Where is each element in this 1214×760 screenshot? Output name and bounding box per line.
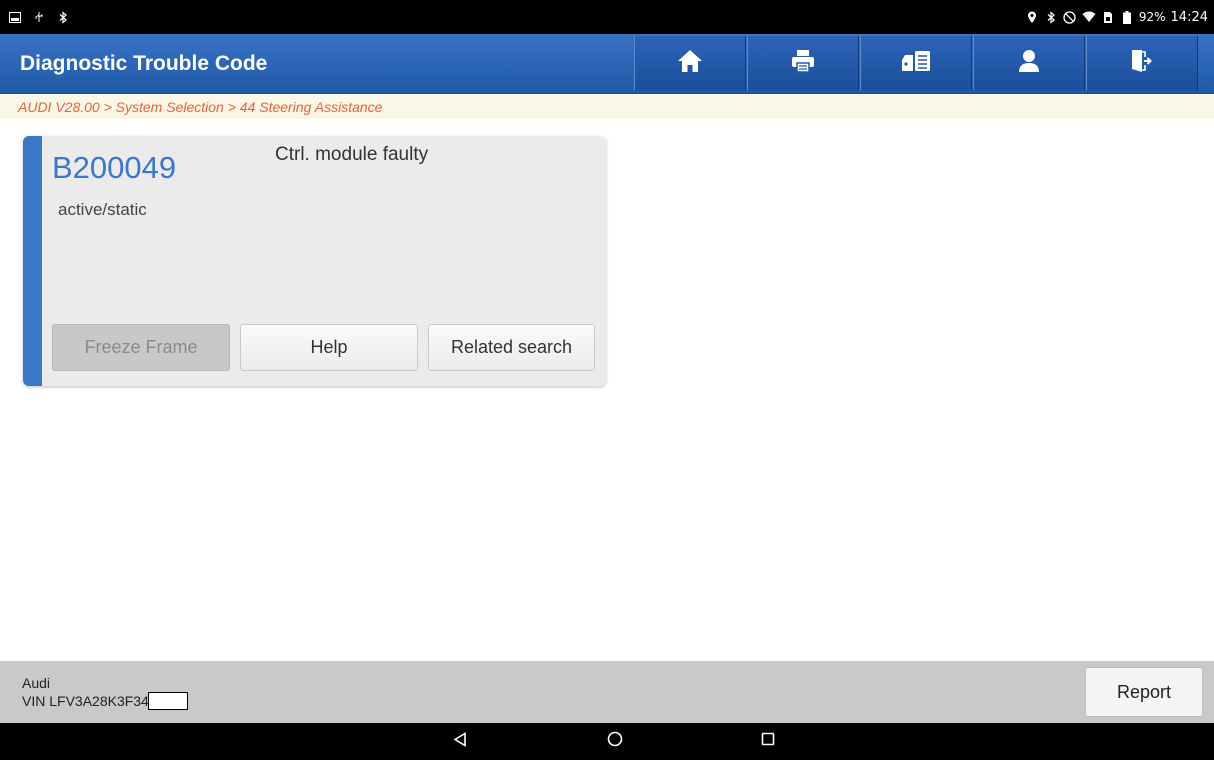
toolbar bbox=[634, 36, 1199, 90]
user-icon bbox=[1018, 49, 1040, 78]
related-search-button[interactable]: Related search bbox=[428, 324, 595, 371]
home-circle-icon bbox=[607, 731, 623, 752]
nav-recents-button[interactable] bbox=[738, 723, 798, 760]
exit-button[interactable] bbox=[1086, 36, 1198, 90]
recents-icon bbox=[761, 732, 775, 751]
status-right-icons: 92% 14:24 bbox=[1025, 0, 1208, 34]
card-accent-bar bbox=[23, 136, 42, 386]
vehicle-report-icon bbox=[900, 49, 932, 78]
image-icon bbox=[8, 10, 22, 24]
vehicle-report-button[interactable] bbox=[860, 36, 972, 90]
help-button[interactable]: Help bbox=[240, 324, 418, 371]
nav-back-button[interactable] bbox=[430, 723, 490, 760]
exit-icon bbox=[1131, 49, 1153, 78]
vin-redaction-box bbox=[147, 692, 188, 710]
status-time: 14:24 bbox=[1170, 9, 1208, 25]
sim-icon bbox=[1101, 10, 1115, 24]
vin-text: VIN LFV3A28K3F34 bbox=[22, 693, 149, 709]
freeze-frame-button[interactable]: Freeze Frame bbox=[52, 324, 230, 371]
dtc-code: B200049 bbox=[52, 150, 177, 185]
battery-icon bbox=[1120, 10, 1134, 24]
usb-icon bbox=[32, 10, 46, 24]
bluetooth-icon bbox=[1044, 10, 1058, 24]
report-button[interactable]: Report bbox=[1085, 667, 1203, 717]
status-left-icons bbox=[8, 0, 70, 34]
home-button[interactable] bbox=[634, 36, 746, 90]
battery-percent: 92% bbox=[1138, 10, 1166, 24]
back-icon bbox=[453, 731, 467, 752]
do-not-disturb-icon bbox=[1063, 10, 1077, 24]
location-icon bbox=[1025, 10, 1039, 24]
user-button[interactable] bbox=[973, 36, 1085, 90]
home-icon bbox=[677, 49, 703, 78]
print-icon bbox=[791, 49, 815, 78]
dtc-description: Ctrl. module faulty bbox=[275, 144, 429, 165]
system-nav-bar bbox=[0, 723, 1214, 760]
print-button[interactable] bbox=[747, 36, 859, 90]
dtc-status: active/static bbox=[58, 200, 147, 219]
vehicle-info-bar: Audi VIN LFV3A28K3F34 Report bbox=[0, 661, 1214, 723]
vehicle-make: Audi bbox=[22, 675, 51, 691]
vin-line: VIN LFV3A28K3F34 bbox=[22, 692, 188, 710]
app-screen: 92% 14:24 Diagnostic Trouble Code AUDI V… bbox=[0, 0, 1214, 760]
wifi-icon bbox=[1082, 10, 1096, 24]
page-title: Diagnostic Trouble Code bbox=[20, 52, 268, 75]
dtc-card: B200049 Ctrl. module faulty active/stati… bbox=[23, 136, 606, 386]
status-bar: 92% 14:24 bbox=[0, 0, 1214, 34]
nav-home-button[interactable] bbox=[585, 723, 645, 760]
bluetooth-icon bbox=[56, 10, 70, 24]
breadcrumb: AUDI V28.00 > System Selection > 44 Stee… bbox=[0, 95, 1214, 119]
